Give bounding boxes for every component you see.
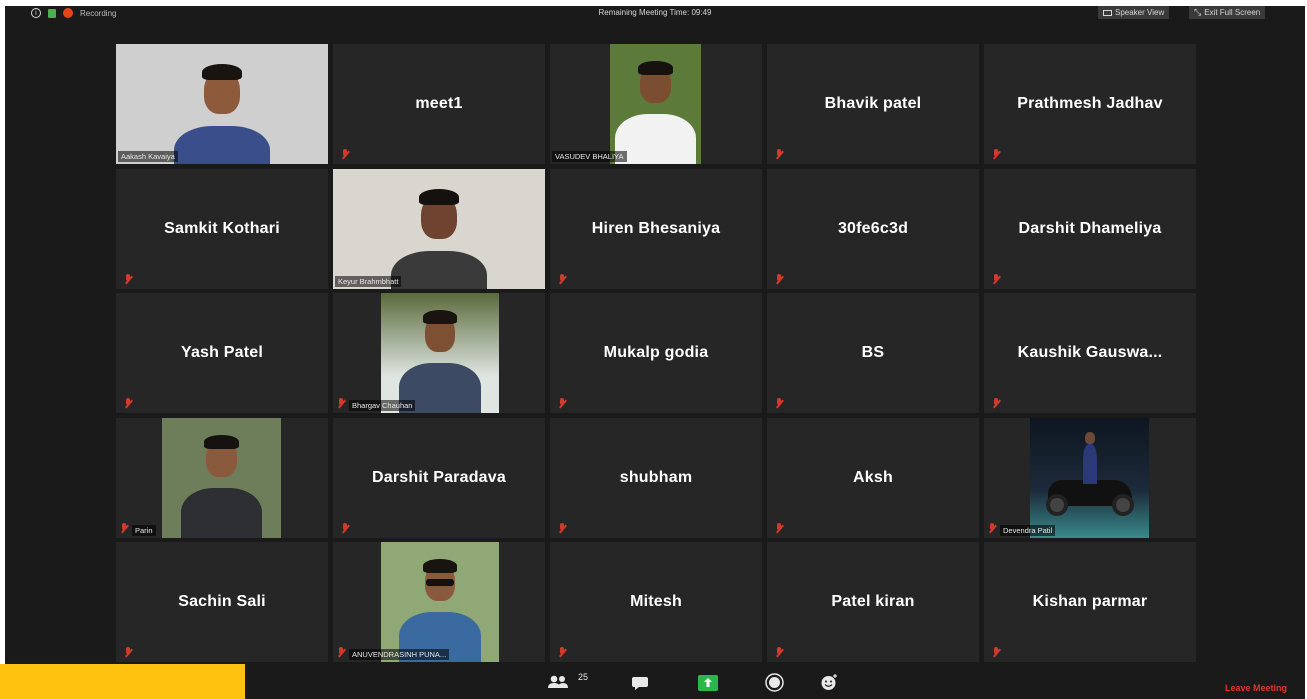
participant-tile[interactable]: VASUDEV BHALIYA <box>550 44 762 164</box>
participant-tile[interactable]: Keyur Brahmbhatt <box>333 169 545 289</box>
participant-name: Yash Patel <box>180 344 264 361</box>
muted-mic-icon <box>124 647 133 657</box>
muted-mic-icon <box>988 523 997 533</box>
participant-tile[interactable]: 30fe6c3d <box>767 169 979 289</box>
participant-tile[interactable]: Prathmesh Jadhav <box>984 44 1196 164</box>
participant-tile[interactable]: ANUVENDRASINH PUNA... <box>333 542 545 662</box>
speaker-view-icon <box>1103 9 1112 16</box>
muted-mic-icon <box>558 274 567 284</box>
muted-mic-icon <box>124 398 133 408</box>
participant-tile[interactable]: Yash Patel <box>116 293 328 413</box>
muted-mic-icon <box>992 647 1001 657</box>
participant-tile[interactable]: Darshit Dhameliya <box>984 169 1196 289</box>
exit-full-screen-label: Exit Full Screen <box>1204 8 1261 17</box>
top-bar: i Recording Remaining Meeting Time: 09:4… <box>5 6 1305 20</box>
participant-video <box>381 293 499 413</box>
participant-name: Darshit Dhameliya <box>1018 220 1162 237</box>
participant-name: Kaushik Gauswa... <box>1017 344 1163 361</box>
muted-mic-icon <box>775 398 784 408</box>
participant-tile[interactable]: Mitesh <box>550 542 762 662</box>
participants-icon[interactable] <box>547 675 569 689</box>
zoom-meeting-window: i Recording Remaining Meeting Time: 09:4… <box>5 6 1305 699</box>
participant-video <box>381 542 499 662</box>
muted-mic-icon <box>558 523 567 533</box>
participant-name: shubham <box>619 469 693 486</box>
muted-mic-icon <box>341 523 350 533</box>
muted-mic-icon <box>775 647 784 657</box>
participant-tile[interactable]: Kishan parmar <box>984 542 1196 662</box>
muted-mic-icon <box>558 647 567 657</box>
participant-tile[interactable]: Aakash Kavaiya <box>116 44 328 164</box>
participant-name: Patel kiran <box>831 593 915 610</box>
participant-tile[interactable]: Hiren Bhesaniya <box>550 169 762 289</box>
muted-mic-icon <box>124 274 133 284</box>
participant-name: Darshit Paradava <box>372 469 506 486</box>
participant-name: Bhavik patel <box>824 95 922 112</box>
participant-tile[interactable]: Darshit Paradava <box>333 418 545 538</box>
participant-tile[interactable]: Patel kiran <box>767 542 979 662</box>
participant-name: 30fe6c3d <box>837 220 909 237</box>
participant-name: Aksh <box>853 469 893 486</box>
chat-icon[interactable] <box>631 676 649 691</box>
participant-tile[interactable]: shubham <box>550 418 762 538</box>
participant-tile[interactable]: Kaushik Gauswa... <box>984 293 1196 413</box>
participant-video <box>162 418 281 538</box>
participant-tile[interactable]: Parin <box>116 418 328 538</box>
muted-mic-icon <box>120 523 129 533</box>
muted-mic-icon <box>341 149 350 159</box>
participant-tile[interactable]: Bhavik patel <box>767 44 979 164</box>
muted-mic-icon <box>337 647 346 657</box>
participant-tile[interactable]: BS <box>767 293 979 413</box>
participant-name-label: Parin <box>132 525 156 536</box>
participant-name: meet1 <box>415 95 463 112</box>
participant-tile[interactable]: meet1 <box>333 44 545 164</box>
participant-name: Mukalp godia <box>603 344 709 361</box>
participant-video <box>116 44 328 164</box>
exit-full-screen-icon: ⤡ <box>1194 7 1202 17</box>
reactions-icon[interactable] <box>820 673 839 692</box>
participant-name-label: VASUDEV BHALIYA <box>552 151 627 162</box>
participant-video <box>1030 418 1149 538</box>
share-screen-icon[interactable] <box>697 674 719 692</box>
speaker-view-label: Speaker View <box>1115 8 1165 17</box>
participant-tile[interactable]: Bhargav Chauhan <box>333 293 545 413</box>
leave-meeting-button[interactable]: Leave Meeting <box>1225 683 1287 693</box>
participant-name: Mitesh <box>630 593 682 610</box>
participant-name: Prathmesh Jadhav <box>1017 95 1163 112</box>
participant-tile[interactable]: Mukalp godia <box>550 293 762 413</box>
participant-video <box>333 169 545 289</box>
muted-mic-icon <box>775 523 784 533</box>
participant-video <box>610 44 701 164</box>
participants-count: 25 <box>578 672 589 682</box>
exit-full-screen-button[interactable]: ⤡ Exit Full Screen <box>1189 6 1266 19</box>
muted-mic-icon <box>992 274 1001 284</box>
muted-mic-icon <box>775 274 784 284</box>
participant-name: Samkit Kothari <box>164 220 280 237</box>
participant-tile[interactable]: Samkit Kothari <box>116 169 328 289</box>
record-icon[interactable] <box>765 673 784 692</box>
participant-name: Hiren Bhesaniya <box>591 220 721 237</box>
participant-name: Kishan parmar <box>1032 593 1148 610</box>
participant-name-label: Aakash Kavaiya <box>118 151 178 162</box>
participant-tile[interactable]: Sachin Sali <box>116 542 328 662</box>
participant-name-label: ANUVENDRASINH PUNA... <box>349 649 450 660</box>
participant-name: Sachin Sali <box>178 593 266 610</box>
participant-name-label: Keyur Brahmbhatt <box>335 276 402 287</box>
speaker-view-button[interactable]: Speaker View <box>1098 6 1170 19</box>
muted-mic-icon <box>337 398 346 408</box>
participant-name-label: Devendra Patil <box>1000 525 1056 536</box>
participant-tile[interactable]: Devendra Patil <box>984 418 1196 538</box>
participant-tile[interactable]: Aksh <box>767 418 979 538</box>
muted-mic-icon <box>992 398 1001 408</box>
yellow-overlay-block <box>0 664 245 699</box>
muted-mic-icon <box>992 149 1001 159</box>
participant-name: BS <box>861 344 885 361</box>
participant-name-label: Bhargav Chauhan <box>349 400 416 411</box>
muted-mic-icon <box>558 398 567 408</box>
muted-mic-icon <box>775 149 784 159</box>
